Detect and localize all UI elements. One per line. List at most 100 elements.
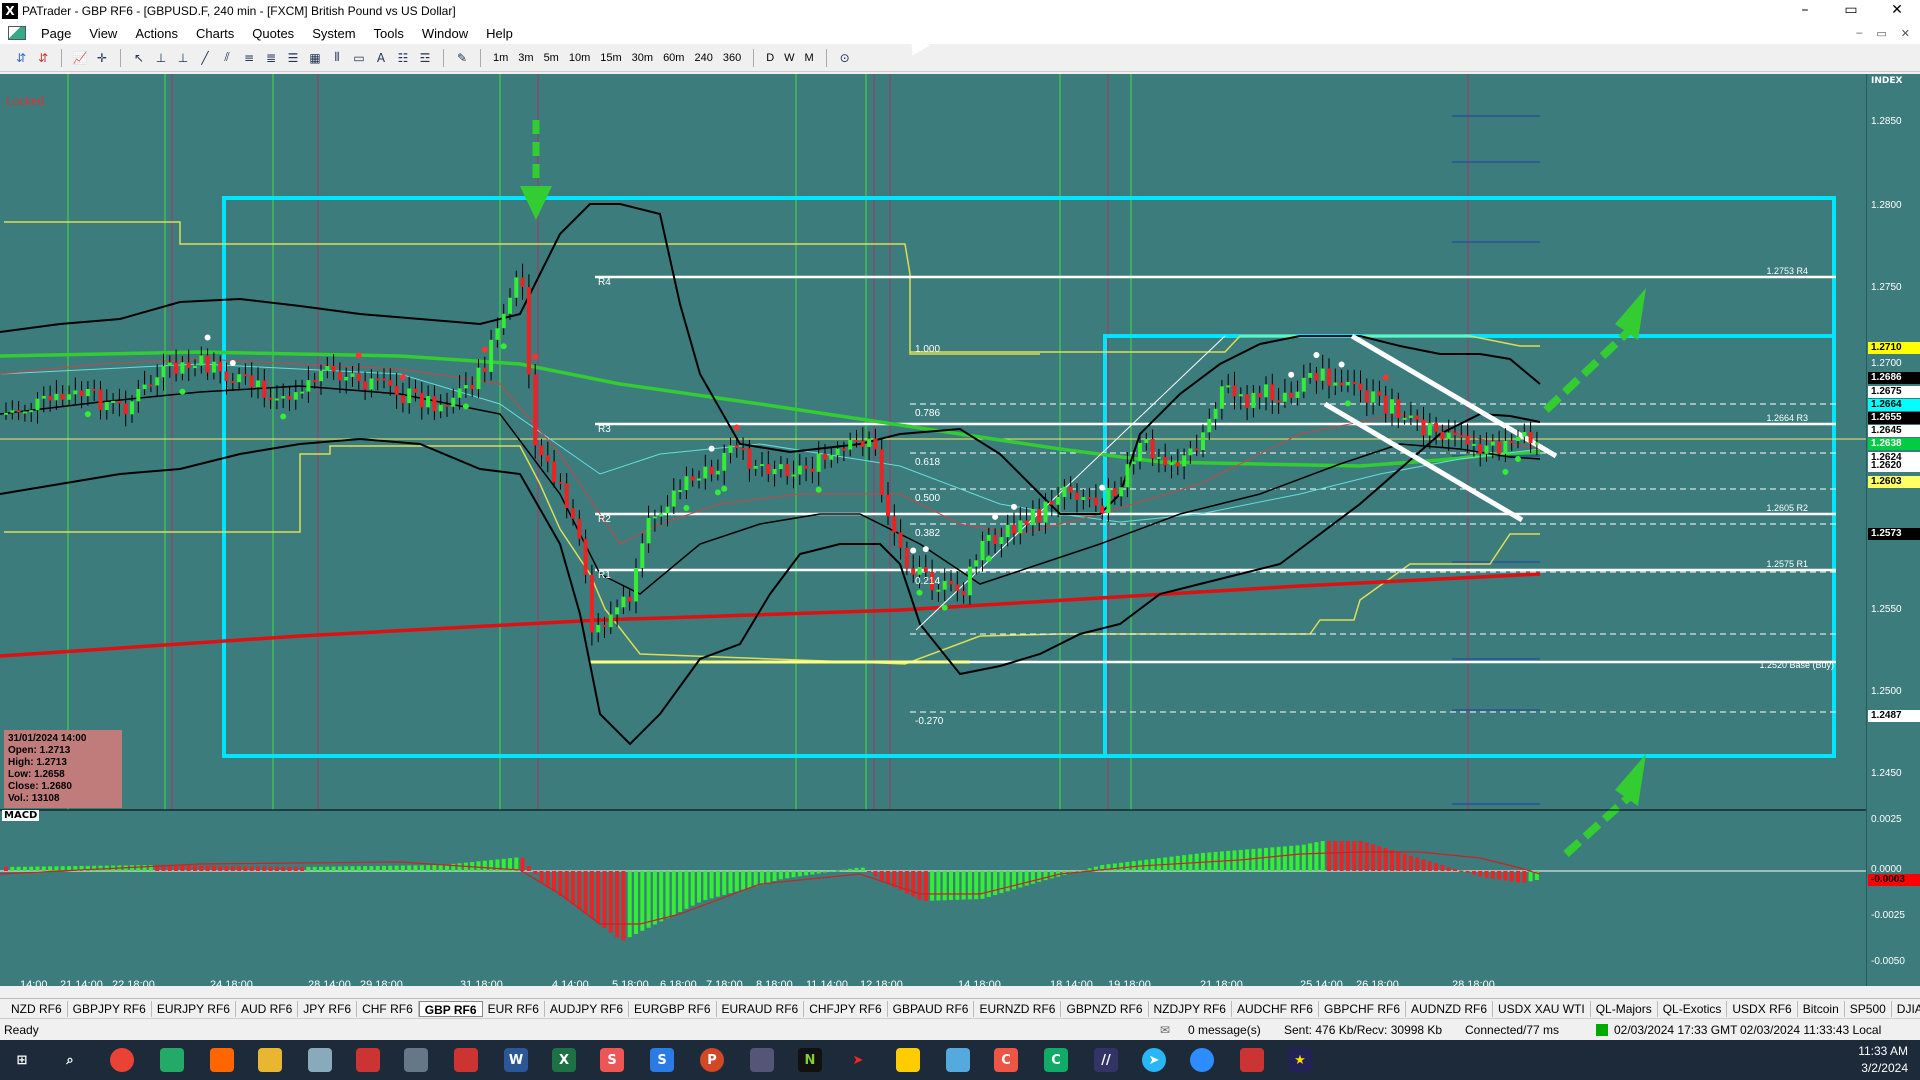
- price-axis[interactable]: INDEX 1.2850 1.2800 1.2750 1.2700 1.2550…: [1866, 74, 1920, 986]
- patrader-icon-2[interactable]: [1240, 1048, 1264, 1072]
- menu-window[interactable]: Window: [413, 26, 477, 41]
- windows-start-icon[interactable]: ⊞: [10, 1048, 34, 1072]
- chrome-icon[interactable]: [110, 1048, 134, 1072]
- menu-charts[interactable]: Charts: [187, 26, 243, 41]
- tab-gbp-rf6[interactable]: GBP RF6: [418, 1000, 483, 1017]
- menu-quotes[interactable]: Quotes: [243, 26, 303, 41]
- levels-icon[interactable]: ☷: [394, 49, 412, 67]
- app-icon-s[interactable]: S: [600, 1048, 624, 1072]
- mdi-close-button[interactable]: ✕: [1901, 27, 1910, 40]
- telegram-icon[interactable]: ➤: [1142, 1048, 1166, 1072]
- pointer-icon[interactable]: ↖: [130, 49, 148, 67]
- tab-djia[interactable]: DJIA: [1892, 1001, 1920, 1017]
- tab-audchf-rf6[interactable]: AUDCHF RF6: [1232, 1000, 1319, 1017]
- period-weekly[interactable]: W: [781, 52, 797, 64]
- channel-icon[interactable]: ⫽: [218, 49, 236, 67]
- vertical-line-icon[interactable]: ⊥: [174, 49, 192, 67]
- menu-page[interactable]: Page: [32, 26, 80, 41]
- tab-gbpjpy-rf6[interactable]: GBPJPY RF6: [68, 1000, 152, 1017]
- status-messages[interactable]: 0 message(s): [1188, 1023, 1261, 1037]
- app-icon-2[interactable]: [160, 1048, 184, 1072]
- tab-eurnzd-rf6[interactable]: EURNZD RF6: [974, 1000, 1062, 1017]
- app-icon-s2[interactable]: S: [650, 1048, 674, 1072]
- tf-240[interactable]: 240: [691, 52, 715, 64]
- cycles-icon[interactable]: ⦀: [328, 49, 346, 67]
- horizontal-line-icon[interactable]: ⊥: [152, 49, 170, 67]
- chart-area[interactable]: 1.000 0.786 0.618 0.500 0.382 0.214 -0.2…: [0, 74, 1920, 986]
- rectangle-icon[interactable]: ▭: [350, 49, 368, 67]
- app-icon-12[interactable]: ➤: [846, 1048, 870, 1072]
- fibonacci-icon[interactable]: ≡: [240, 49, 258, 67]
- tab-gbpnzd-rf6[interactable]: GBPNZD RF6: [1061, 1000, 1149, 1017]
- excel-icon[interactable]: X: [552, 1048, 576, 1072]
- app-icon-21[interactable]: ★: [1288, 1048, 1312, 1072]
- menu-help[interactable]: Help: [477, 26, 522, 41]
- mdi-minimize-button[interactable]: –: [1856, 27, 1862, 40]
- menu-system[interactable]: System: [303, 26, 364, 41]
- tf-30m[interactable]: 30m: [629, 52, 656, 64]
- tab-nzdjpy-rf6[interactable]: NZDJPY RF6: [1149, 1000, 1232, 1017]
- app-icon-14[interactable]: [946, 1048, 970, 1072]
- tab-audjpy-rf6[interactable]: AUDJPY RF6: [545, 1000, 630, 1017]
- file-explorer-icon[interactable]: [258, 1048, 282, 1072]
- tf-15m[interactable]: 15m: [597, 52, 624, 64]
- tab-ql-majors[interactable]: QL-Majors: [1591, 1000, 1658, 1017]
- crosshair-icon[interactable]: ✛: [93, 49, 111, 67]
- indicator-icon[interactable]: ✎: [453, 49, 471, 67]
- tab-gbpaud-rf6[interactable]: GBPAUD RF6: [888, 1000, 975, 1017]
- chart-menu-icon[interactable]: [8, 26, 26, 40]
- search-icon[interactable]: ⌕: [58, 1048, 82, 1072]
- app-icon-16[interactable]: C: [1044, 1048, 1068, 1072]
- tab-bitcoin[interactable]: Bitcoin: [1798, 1000, 1845, 1017]
- tab-gbpchf-rf6[interactable]: GBPCHF RF6: [1319, 1000, 1406, 1017]
- app-icon-11[interactable]: N: [798, 1048, 822, 1072]
- sticky-notes-icon[interactable]: [896, 1048, 920, 1072]
- word-icon[interactable]: W: [504, 1048, 528, 1072]
- tf-3m[interactable]: 3m: [515, 52, 536, 64]
- tab-jpy-rf6[interactable]: JPY RF6: [298, 1000, 358, 1017]
- app-icon-10[interactable]: [750, 1048, 774, 1072]
- tab-sp500[interactable]: SP500: [1845, 1000, 1892, 1017]
- tab-euraud-rf6[interactable]: EURAUD RF6: [717, 1000, 805, 1017]
- tab-eurgbp-rf6[interactable]: EURGBP RF6: [629, 1000, 717, 1017]
- app-icon-15[interactable]: C: [994, 1048, 1018, 1072]
- app-icon-17[interactable]: //: [1094, 1048, 1118, 1072]
- patrader-icon[interactable]: [454, 1048, 478, 1072]
- fib-fan-icon[interactable]: ≣: [262, 49, 280, 67]
- tf-60m[interactable]: 60m: [660, 52, 687, 64]
- tf-360[interactable]: 360: [720, 52, 744, 64]
- period-daily[interactable]: D: [763, 52, 777, 64]
- tab-usdx-rf6[interactable]: USDX RF6: [1727, 1000, 1798, 1017]
- trendline-icon[interactable]: ╱: [196, 49, 214, 67]
- period-monthly[interactable]: M: [802, 52, 817, 64]
- powerpoint-icon[interactable]: P: [700, 1048, 724, 1072]
- tab-eur-rf6[interactable]: EUR RF6: [483, 1000, 545, 1017]
- menu-view[interactable]: View: [80, 26, 126, 41]
- chart-icon[interactable]: 📈: [71, 49, 89, 67]
- app-icon-6[interactable]: [356, 1048, 380, 1072]
- buy-arrow-icon[interactable]: ⇵: [12, 49, 30, 67]
- mail-icon[interactable]: ✉: [1160, 1023, 1170, 1037]
- levels-alt-icon[interactable]: ☲: [416, 49, 434, 67]
- tab-nzd-rf6[interactable]: NZD RF6: [6, 1000, 68, 1017]
- mdi-restore-button[interactable]: ▭: [1876, 27, 1886, 40]
- close-button[interactable]: ✕: [1874, 0, 1920, 22]
- tab-usdx-xau-wti[interactable]: USDX XAU WTI: [1493, 1000, 1591, 1017]
- pivot-icon[interactable]: ☰: [284, 49, 302, 67]
- tf-5m[interactable]: 5m: [541, 52, 562, 64]
- maximize-button[interactable]: ▭: [1828, 0, 1874, 22]
- minimize-button[interactable]: –: [1782, 0, 1828, 22]
- taskbar-clock[interactable]: 11:33 AM 3/2/2024: [1858, 1043, 1908, 1077]
- gann-icon[interactable]: ▦: [306, 49, 324, 67]
- zoom-icon[interactable]: [1190, 1048, 1214, 1072]
- menu-tools[interactable]: Tools: [365, 26, 413, 41]
- menu-actions[interactable]: Actions: [126, 26, 187, 41]
- tab-audnzd-rf6[interactable]: AUDNZD RF6: [1406, 1000, 1494, 1017]
- tab-aud-rf6[interactable]: AUD RF6: [236, 1000, 299, 1017]
- tab-chf-rf6[interactable]: CHF RF6: [357, 1000, 419, 1017]
- calculator-icon[interactable]: [404, 1048, 428, 1072]
- sell-arrow-icon[interactable]: ⇵: [34, 49, 52, 67]
- tab-ql-exotics[interactable]: QL-Exotics: [1658, 1000, 1728, 1017]
- tab-chfjpy-rf6[interactable]: CHFJPY RF6: [804, 1000, 888, 1017]
- text-icon[interactable]: A: [372, 49, 390, 67]
